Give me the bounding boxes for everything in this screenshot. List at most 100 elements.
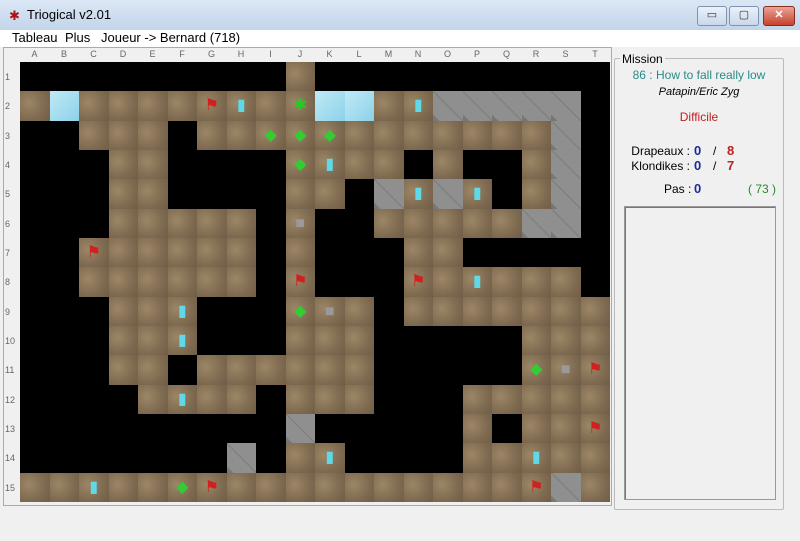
floor-tile[interactable] [256,472,286,502]
floor-tile[interactable] [433,267,463,297]
floor-tile[interactable] [108,149,138,180]
wall-tile[interactable] [403,384,433,414]
floor-tile[interactable] [226,355,256,385]
wall-tile[interactable] [108,384,138,414]
floor-tile[interactable] [521,149,551,180]
wall-tile[interactable] [226,296,256,326]
floor-tile[interactable] [344,149,374,180]
floor-tile[interactable] [433,208,463,238]
wall-tile[interactable] [79,62,109,92]
bar-icon[interactable]: ▮ [168,385,198,414]
wall-tile[interactable] [374,237,404,268]
floor-tile[interactable] [344,296,374,326]
floor-tile[interactable] [197,384,227,414]
bar-icon[interactable]: ▮ [168,326,198,355]
floor-tile[interactable] [580,472,610,502]
wall-tile[interactable] [49,443,79,473]
flag-icon[interactable]: ⚑ [581,355,611,384]
floor-tile[interactable] [315,384,345,414]
floor-tile[interactable] [551,384,581,414]
floor-tile[interactable] [167,237,197,268]
wall-tile[interactable] [20,149,50,180]
floor-tile[interactable] [79,120,109,150]
floor-tile[interactable] [108,267,138,297]
wall-tile[interactable] [256,179,286,209]
wall-tile[interactable] [20,413,50,444]
floor-tile[interactable] [580,384,610,414]
wall-tile[interactable] [403,355,433,385]
floor-tile[interactable] [256,355,286,385]
floor-tile[interactable] [344,384,374,414]
floor-tile[interactable] [226,237,256,268]
wall-tile[interactable] [551,62,581,92]
wall-tile[interactable] [256,62,286,92]
floor-tile[interactable] [108,237,138,268]
floor-tile[interactable] [315,325,345,356]
floor-tile[interactable] [492,267,522,297]
wall-tile[interactable] [256,296,286,326]
gem-icon[interactable]: ◆ [522,355,552,384]
stone-tile[interactable] [492,91,522,121]
floor-tile[interactable] [521,325,551,356]
wall-tile[interactable] [197,413,227,444]
wall-tile[interactable] [374,443,404,473]
wall-tile[interactable] [521,62,551,92]
floor-tile[interactable] [285,355,315,385]
floor-tile[interactable] [374,91,404,121]
wall-tile[interactable] [79,296,109,326]
floor-tile[interactable] [462,208,492,238]
flag-icon[interactable]: ⚑ [197,473,227,502]
floor-tile[interactable] [226,472,256,502]
wall-tile[interactable] [551,237,581,268]
wall-tile[interactable] [374,267,404,297]
floor-tile[interactable] [492,472,522,502]
stone-tile[interactable] [551,472,581,502]
wall-tile[interactable] [79,443,109,473]
wall-tile[interactable] [492,325,522,356]
floor-tile[interactable] [49,472,79,502]
floor-tile[interactable] [344,472,374,502]
wall-tile[interactable] [344,267,374,297]
wall-tile[interactable] [256,237,286,268]
wall-tile[interactable] [433,325,463,356]
floor-tile[interactable] [138,296,168,326]
floor-tile[interactable] [256,91,286,121]
floor-tile[interactable] [462,443,492,473]
maximize-button[interactable]: ▢ [729,6,759,26]
floor-tile[interactable] [374,208,404,238]
menu-plus[interactable]: Plus [65,30,90,45]
wall-tile[interactable] [108,443,138,473]
floor-tile[interactable] [285,237,315,268]
floor-tile[interactable] [138,91,168,121]
wall-tile[interactable] [20,325,50,356]
wall-tile[interactable] [79,179,109,209]
floor-tile[interactable] [138,325,168,356]
floor-tile[interactable] [285,325,315,356]
gem-icon[interactable]: ◆ [286,121,316,150]
gem-icon[interactable]: ◆ [286,150,316,179]
game-board[interactable]: ⚑ ⚑ ⚑ ⚑ ⚑ ⚑ ⚑ ⚑ ◆ ◆ ◆ ◆ ◆ ◆ ◆ ▮ ▮ ▮ ▮ ▮ ▮ ▮ ▮ ▮ ▮ ▮ ▮ ■ ■ ■ ✱ [20,62,610,502]
wall-tile[interactable] [492,149,522,180]
wall-tile[interactable] [256,384,286,414]
wall-tile[interactable] [580,208,610,238]
floor-tile[interactable] [551,267,581,297]
floor-tile[interactable] [580,296,610,326]
floor-tile[interactable] [315,355,345,385]
menu-tableau[interactable]: Tableau [12,30,58,45]
wall-tile[interactable] [315,62,345,92]
wall-tile[interactable] [20,120,50,150]
wall-tile[interactable] [197,62,227,92]
floor-tile[interactable] [138,208,168,238]
flag-icon[interactable]: ⚑ [79,238,109,267]
floor-tile[interactable] [492,443,522,473]
gem-icon[interactable]: ◆ [315,121,345,150]
stone-tile[interactable] [226,443,256,473]
wall-tile[interactable] [580,179,610,209]
block-icon[interactable]: ■ [286,209,316,238]
floor-tile[interactable] [433,472,463,502]
floor-tile[interactable] [492,120,522,150]
flag-icon[interactable]: ⚑ [404,267,434,296]
floor-tile[interactable] [197,208,227,238]
floor-tile[interactable] [403,208,433,238]
floor-tile[interactable] [108,296,138,326]
